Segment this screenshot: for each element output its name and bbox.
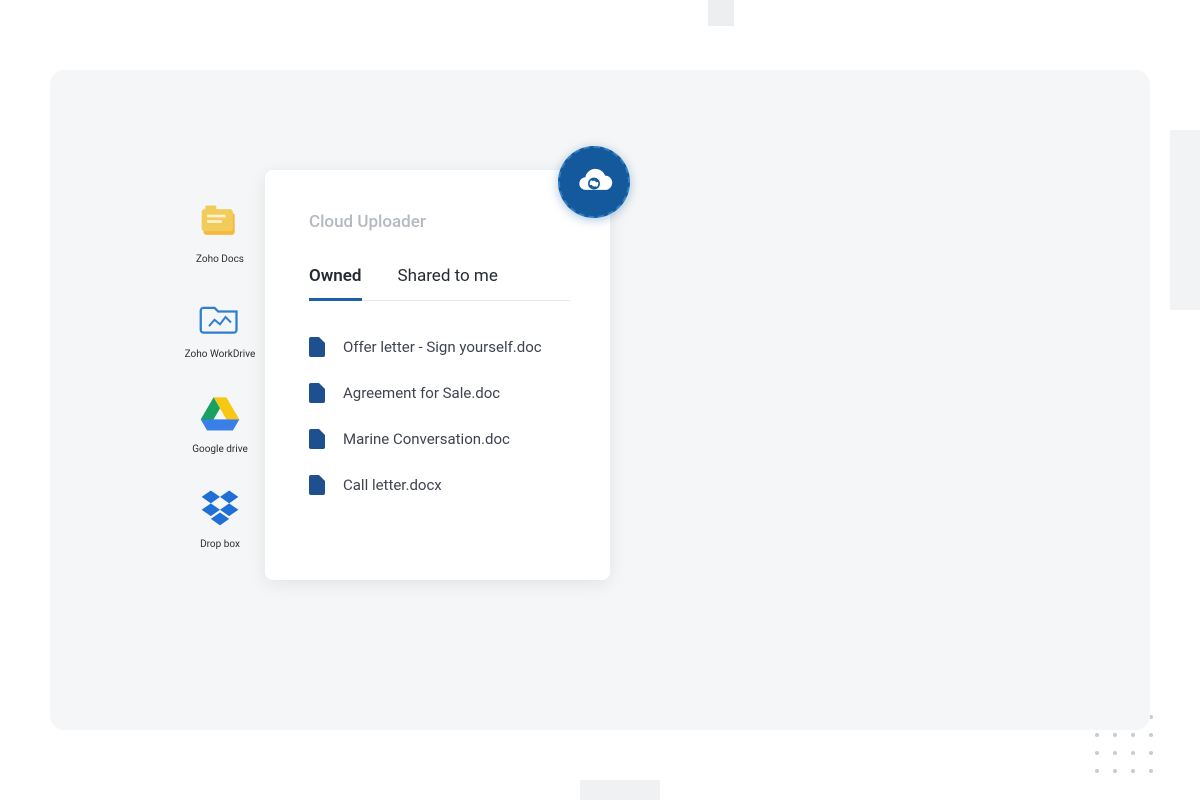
file-list: Offer letter - Sign yourself.doc Agreeme… xyxy=(309,337,570,495)
file-name: Marine Conversation.doc xyxy=(343,430,510,448)
tab-owned[interactable]: Owned xyxy=(309,266,362,301)
tab-shared-to-me[interactable]: Shared to me xyxy=(398,266,498,301)
cloud-sync-icon xyxy=(575,167,613,197)
panel-title: Cloud Uploader xyxy=(309,212,570,232)
source-zoho-workdrive[interactable]: Zoho WorkDrive xyxy=(160,295,280,360)
panel-tabs: Owned Shared to me xyxy=(309,266,570,301)
file-name: Agreement for Sale.doc xyxy=(343,384,500,402)
file-name: Call letter.docx xyxy=(343,476,442,494)
source-label: Google drive xyxy=(192,444,248,455)
zoho-workdrive-icon xyxy=(198,295,242,339)
zoho-docs-icon xyxy=(198,200,242,244)
decoration-right xyxy=(1170,130,1200,310)
document-icon xyxy=(309,475,325,495)
file-row[interactable]: Marine Conversation.doc xyxy=(309,429,570,449)
source-zoho-docs[interactable]: Zoho Docs xyxy=(160,200,280,265)
file-row[interactable]: Call letter.docx xyxy=(309,475,570,495)
document-icon xyxy=(309,429,325,449)
app-canvas: Zoho Docs Zoho WorkDrive Google drive xyxy=(50,70,1150,730)
file-name: Offer letter - Sign yourself.doc xyxy=(343,338,542,356)
source-label: Zoho WorkDrive xyxy=(185,349,256,360)
source-google-drive[interactable]: Google drive xyxy=(160,390,280,455)
source-label: Drop box xyxy=(200,539,240,550)
cloud-uploader-panel: Cloud Uploader Owned Shared to me Offer … xyxy=(265,170,610,580)
google-drive-icon xyxy=(198,390,242,434)
cloud-sync-badge[interactable] xyxy=(558,146,630,218)
decoration-bottom xyxy=(580,780,660,800)
document-icon xyxy=(309,337,325,357)
source-dropbox[interactable]: Drop box xyxy=(160,485,280,550)
file-row[interactable]: Agreement for Sale.doc xyxy=(309,383,570,403)
source-label: Zoho Docs xyxy=(196,254,244,265)
file-row[interactable]: Offer letter - Sign yourself.doc xyxy=(309,337,570,357)
decoration-top xyxy=(708,0,734,26)
document-icon xyxy=(309,383,325,403)
cloud-sources-list: Zoho Docs Zoho WorkDrive Google drive xyxy=(160,200,280,550)
dropbox-icon xyxy=(198,485,242,529)
